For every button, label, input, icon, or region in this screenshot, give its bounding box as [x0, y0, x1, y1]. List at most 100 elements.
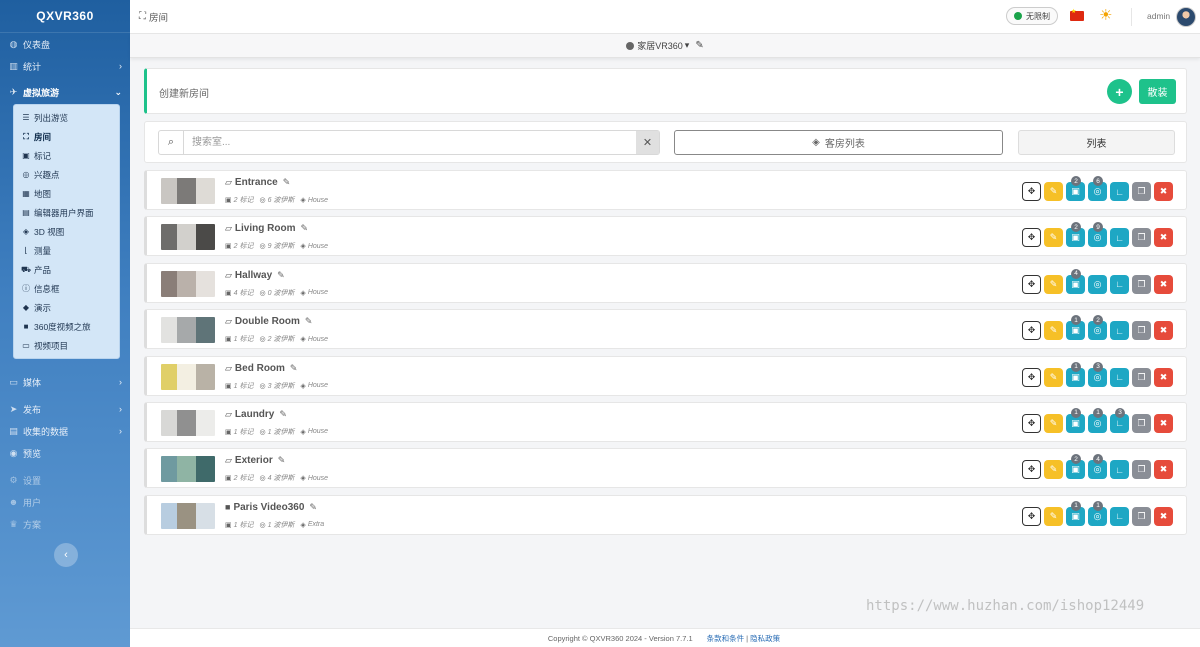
sidebar-subitem-7[interactable]: ⌊ 测量 — [14, 241, 119, 260]
sidebar-item-bottom-6[interactable]: ♛ 方案 — [0, 513, 130, 535]
markers-button[interactable]: ▣ 1 — [1066, 500, 1085, 526]
terms-link[interactable]: 条款和条件 — [707, 633, 745, 644]
room-row[interactable]: ▱ Bed Room ✎ ▣ 1 标记 ◎ 3 波伊斯 ◈ House ✥ ✎ ▣ 1 ◎ 3 ∟ ❐ ✖ — [144, 355, 1187, 396]
room-thumbnail[interactable] — [161, 502, 215, 529]
delete-button[interactable]: ✖ — [1154, 460, 1173, 480]
room-thumbnail[interactable] — [161, 178, 215, 204]
list-view-button[interactable]: 列表 — [1018, 130, 1175, 155]
duplicate-button[interactable]: ❐ — [1132, 460, 1151, 480]
edit-button[interactable]: ✎ — [1044, 182, 1063, 201]
delete-button[interactable]: ✖ — [1154, 321, 1173, 341]
sidebar-item-bottom-5[interactable]: ☻ 用户 — [0, 491, 130, 513]
move-button[interactable]: ✥ — [1022, 460, 1041, 480]
duplicate-button[interactable]: ❐ — [1132, 274, 1151, 294]
measure-button[interactable]: ∟ — [1110, 460, 1129, 480]
markers-button[interactable]: ▣ 2 — [1066, 176, 1085, 201]
room-thumbnail[interactable] — [161, 270, 215, 297]
measure-button[interactable]: ∟ — [1110, 182, 1129, 201]
room-thumbnail[interactable] — [161, 224, 215, 251]
pois-button[interactable]: ◎ — [1088, 274, 1107, 294]
room-row[interactable]: ▱ Living Room ✎ ▣ 2 标记 ◎ 9 波伊斯 ◈ House ✥ ✎ ▣ 2 ◎ 9 ∟ ❐ ✖ — [144, 216, 1187, 257]
room-row[interactable]: ▱ Double Room ✎ ▣ 1 标记 ◎ 2 波伊斯 ◈ House ✥ ✎ ▣ 1 ◎ 2 ∟ ❐ ✖ — [144, 309, 1187, 350]
duplicate-button[interactable]: ❐ — [1132, 413, 1151, 433]
move-button[interactable]: ✥ — [1022, 367, 1041, 387]
edit-button[interactable]: ✎ — [1044, 321, 1063, 341]
markers-button[interactable]: ▣ 1 — [1066, 315, 1085, 341]
pois-button[interactable]: ◎ 1 — [1088, 407, 1107, 433]
edit-name-icon[interactable]: ✎ — [290, 363, 298, 374]
room-row[interactable]: ▱ Exterior ✎ ▣ 2 标记 ◎ 4 波伊斯 ◈ House ✥ ✎ ▣ 2 ◎ 4 ∟ ❐ ✖ — [144, 448, 1187, 489]
sidebar-item-bottom-3[interactable]: ◉ 预览 — [0, 442, 130, 464]
edit-name-icon[interactable]: ✎ — [283, 177, 291, 188]
sidebar-subitem-0[interactable]: ☰ 列出游览 — [14, 108, 119, 127]
edit-tour-icon[interactable]: ✎ — [695, 40, 703, 51]
theme-sun-icon[interactable]: ☀ — [1099, 6, 1112, 26]
sidebar-subitem-9[interactable]: ⓘ 信息框 — [14, 279, 119, 298]
room-thumbnail[interactable] — [161, 456, 215, 483]
pois-button[interactable]: ◎ 1 — [1088, 500, 1107, 526]
clear-search-icon[interactable]: ✕ — [636, 131, 659, 154]
move-button[interactable]: ✥ — [1022, 321, 1041, 341]
sidebar-subitem-10[interactable]: ◆ 演示 — [14, 298, 119, 317]
sidebar-subitem-2[interactable]: ▣ 标记 — [14, 146, 119, 165]
bulk-upload-button[interactable]: 散装 — [1139, 79, 1176, 104]
delete-button[interactable]: ✖ — [1154, 274, 1173, 294]
edit-name-icon[interactable]: ✎ — [279, 409, 287, 420]
pois-button[interactable]: ◎ 6 — [1088, 176, 1107, 201]
language-flag-icon[interactable] — [1070, 8, 1084, 21]
room-row[interactable]: ■ Paris Video360 ✎ ▣ 1 标记 ◎ 1 波伊斯 ◈ Extra ✥ ✎ ▣ 1 ◎ 1 ∟… — [144, 494, 1187, 535]
room-thumbnail[interactable] — [161, 363, 215, 390]
markers-button[interactable]: ▣ 1 — [1066, 361, 1085, 387]
measure-button[interactable]: ∟ — [1110, 321, 1129, 341]
sidebar-subitem-1[interactable]: ⛶ 房间 — [14, 127, 119, 146]
sidebar-subitem-3[interactable]: ◎ 兴趣点 — [14, 165, 119, 184]
edit-name-icon[interactable]: ✎ — [277, 270, 285, 281]
move-button[interactable]: ✥ — [1022, 228, 1041, 248]
measure-button[interactable]: ∟ 3 — [1110, 407, 1129, 433]
pois-button[interactable]: ◎ 2 — [1088, 315, 1107, 341]
edit-name-icon[interactable]: ✎ — [309, 502, 317, 513]
edit-button[interactable]: ✎ — [1044, 274, 1063, 294]
plan-limit-badge[interactable]: 无限制 — [1006, 7, 1058, 25]
duplicate-button[interactable]: ❐ — [1132, 182, 1151, 201]
measure-button[interactable]: ∟ — [1110, 228, 1129, 248]
sidebar-subitem-12[interactable]: ▭ 视频项目 — [14, 336, 119, 355]
sidebar-subitem-5[interactable]: ▤ 编辑器用户界面 — [14, 203, 119, 222]
collapse-sidebar-button[interactable]: ‹ — [54, 543, 78, 567]
edit-name-icon[interactable]: ✎ — [305, 316, 313, 327]
user-name[interactable]: admin — [1147, 11, 1170, 21]
brand-logo[interactable]: QXVR360 — [0, 0, 130, 33]
delete-button[interactable]: ✖ — [1154, 506, 1173, 526]
move-button[interactable]: ✥ — [1022, 274, 1041, 294]
duplicate-button[interactable]: ❐ — [1132, 367, 1151, 387]
markers-button[interactable]: ▣ 1 — [1066, 407, 1085, 433]
duplicate-button[interactable]: ❐ — [1132, 321, 1151, 341]
delete-button[interactable]: ✖ — [1154, 367, 1173, 387]
edit-button[interactable]: ✎ — [1044, 413, 1063, 433]
sidebar-item-1[interactable]: ▥ 统计 › — [0, 55, 130, 77]
duplicate-button[interactable]: ❐ — [1132, 506, 1151, 526]
search-input[interactable] — [184, 131, 636, 154]
delete-button[interactable]: ✖ — [1154, 413, 1173, 433]
edit-button[interactable]: ✎ — [1044, 506, 1063, 526]
edit-name-icon[interactable]: ✎ — [278, 455, 286, 466]
edit-button[interactable]: ✎ — [1044, 367, 1063, 387]
sidebar-item-bottom-1[interactable]: ➤ 发布 › — [0, 398, 130, 420]
measure-button[interactable]: ∟ — [1110, 274, 1129, 294]
caret-down-icon[interactable]: ▾ — [685, 40, 690, 51]
duplicate-button[interactable]: ❐ — [1132, 228, 1151, 248]
add-room-button[interactable]: + — [1107, 79, 1132, 104]
pois-button[interactable]: ◎ 9 — [1088, 222, 1107, 248]
measure-button[interactable]: ∟ — [1110, 506, 1129, 526]
sidebar-subitem-4[interactable]: ▦ 地图 — [14, 184, 119, 203]
sidebar-group-vr[interactable]: ✈ 虚拟旅游 ⌄ — [0, 81, 130, 103]
avatar[interactable] — [1176, 7, 1196, 27]
markers-button[interactable]: ▣ 2 — [1066, 454, 1085, 480]
delete-button[interactable]: ✖ — [1154, 182, 1173, 201]
room-list-button[interactable]: ◈ 客房列表 — [674, 130, 1003, 155]
move-button[interactable]: ✥ — [1022, 413, 1041, 433]
move-button[interactable]: ✥ — [1022, 182, 1041, 201]
measure-button[interactable]: ∟ — [1110, 367, 1129, 387]
tour-selector[interactable]: 家居VR360 — [637, 39, 683, 52]
room-thumbnail[interactable] — [161, 317, 215, 344]
